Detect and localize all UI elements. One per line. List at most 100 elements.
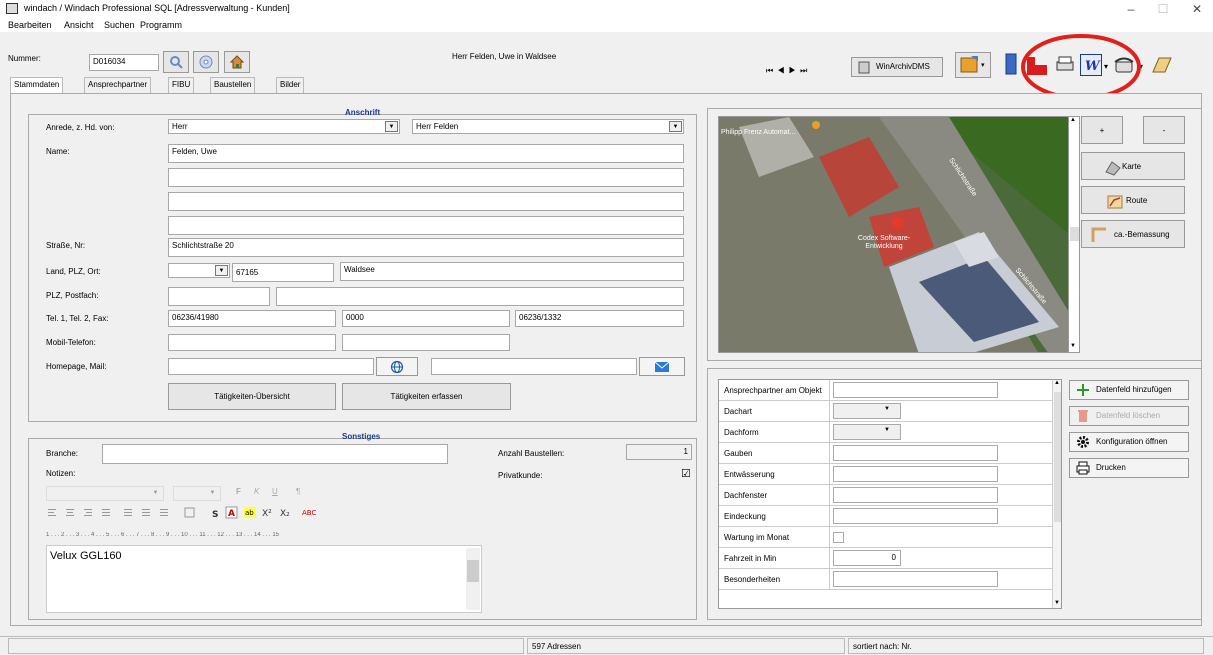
postfach-label: PLZ, Postfach: [46, 291, 99, 300]
scroll-up-icon[interactable]: ▲ [1070, 117, 1076, 123]
svg-text:A: A [228, 509, 235, 519]
tel2-input[interactable]: 0000 [342, 310, 510, 327]
land-select[interactable]: ▼ [168, 263, 230, 278]
datenfeld-delete-button[interactable]: Datenfeld löschen [1069, 406, 1189, 426]
taetigkeiten-erfassen-button[interactable]: Tätigkeiten erfassen [342, 383, 511, 410]
notizen-editor[interactable]: Velux GGL160 [46, 545, 482, 613]
search-button[interactable] [163, 51, 189, 73]
drucken-button[interactable]: Drucken [1069, 458, 1189, 478]
trash-icon [1078, 410, 1088, 422]
datenfeld-add-button[interactable]: Datenfeld hinzufügen [1069, 380, 1189, 400]
folder-button[interactable]: ▾ [955, 52, 991, 78]
menu-bearbeiten[interactable]: Bearbeiten [8, 20, 52, 30]
grid-value-gauben[interactable] [833, 445, 998, 461]
tab-stammdaten[interactable]: Stammdaten [10, 77, 64, 93]
grid-scrollbar[interactable]: ▲ ▼ [1052, 380, 1061, 608]
gear-icon [1077, 436, 1089, 448]
italic-button[interactable]: K [254, 487, 259, 496]
map-scrollbar[interactable]: ▲ ▼ [1068, 116, 1080, 353]
zhd-select[interactable]: Herr Felden ▼ [412, 119, 684, 134]
ort-input[interactable]: Waldsee [340, 262, 684, 281]
highlight-circle [1021, 34, 1141, 100]
name2-input[interactable] [168, 168, 684, 187]
menu-suchen[interactable]: Suchen [104, 20, 135, 30]
printer-icon [1076, 461, 1090, 475]
wartung-checkbox[interactable] [833, 532, 844, 543]
mobil2-input[interactable] [342, 334, 510, 351]
menu-ansicht[interactable]: Ansicht [64, 20, 94, 30]
scroll-thumb[interactable] [1054, 392, 1061, 522]
konfiguration-button[interactable]: Konfiguration öffnen [1069, 432, 1189, 452]
font-select[interactable]: ▼ [46, 486, 164, 501]
plz-input[interactable]: 67165 [232, 263, 334, 282]
open-homepage-button[interactable] [376, 357, 418, 376]
name4-input[interactable] [168, 216, 684, 235]
zoom-out-button[interactable]: - [1143, 116, 1185, 144]
close-button[interactable]: ✕ [1184, 2, 1210, 18]
nummer-input[interactable]: D016034 [89, 54, 159, 71]
minimize-button[interactable]: – [1118, 2, 1144, 18]
grid-row-besonderheiten: Besonderheiten [719, 569, 1061, 590]
grid-row-eindeckung: Eindeckung [719, 506, 1061, 527]
status-count: 597 Adressen [527, 638, 845, 654]
home-button[interactable] [224, 51, 250, 73]
winarchiv-button[interactable]: WinArchivDMS [851, 57, 943, 77]
route-button[interactable]: Route [1081, 186, 1185, 214]
grid-value-eindeckung[interactable] [833, 508, 998, 524]
door-button[interactable] [1001, 52, 1021, 78]
disc-button[interactable] [193, 51, 219, 73]
underline-button[interactable]: U [272, 487, 278, 496]
anrede-select[interactable]: Herr ▼ [168, 119, 400, 134]
grid-value-ansprechpartner[interactable] [833, 382, 998, 398]
notes-button[interactable] [1150, 54, 1174, 76]
grid-value-entwaesserung[interactable] [833, 466, 998, 482]
grid-value-fahrzeit[interactable]: 0 [833, 550, 901, 566]
bemassung-button[interactable]: ca.-Bemassung [1081, 220, 1185, 248]
tab-bilder[interactable]: Bilder [276, 77, 305, 93]
tab-fibu[interactable]: FIBU [168, 77, 195, 93]
name3-input[interactable] [168, 192, 684, 211]
tab-ansprechpartner[interactable]: Ansprechpartner [84, 77, 152, 93]
map-poi-2: Codex Software-Entwicklung [857, 235, 911, 250]
karte-button[interactable]: Karte [1081, 152, 1185, 180]
strasse-input[interactable]: Schlichtstraße 20 [168, 238, 684, 257]
privatkunde-checkbox[interactable]: ☑ [681, 467, 691, 480]
send-mail-button[interactable] [639, 357, 685, 376]
grid-value-dachform[interactable]: ▼ [833, 424, 901, 440]
grid-row-gauben: Gauben [719, 443, 1061, 464]
name-input[interactable]: Felden, Uwe [168, 144, 684, 163]
postfach-plz-input[interactable] [168, 287, 270, 306]
zoom-in-button[interactable]: + [1081, 116, 1123, 144]
taetigkeiten-uebersicht-button[interactable]: Tätigkeiten-Übersicht [168, 383, 336, 410]
fontsize-select[interactable]: ▼ [173, 486, 221, 501]
branche-input[interactable] [102, 444, 448, 464]
mail-input[interactable] [431, 358, 637, 375]
tel1-input[interactable]: 06236/41980 [168, 310, 336, 327]
grid-label: Dachart [724, 407, 753, 416]
map-view[interactable]: Philipp Frenz Automat... Schlichtstraße … [718, 116, 1071, 353]
notizen-scrollbar[interactable] [466, 548, 480, 610]
tab-baustellen[interactable]: Baustellen [210, 77, 256, 93]
bemassung-label: ca.-Bemassung [1114, 230, 1170, 239]
grid-value-dachfenster[interactable] [833, 487, 998, 503]
datenfeld-add-label: Datenfeld hinzufügen [1096, 385, 1172, 394]
fax-input[interactable]: 06236/1332 [515, 310, 684, 327]
scroll-down-icon[interactable]: ▼ [1070, 343, 1076, 349]
svg-text:ab: ab [245, 509, 254, 517]
homepage-input[interactable] [168, 358, 374, 375]
scroll-down-icon[interactable]: ▼ [1054, 600, 1060, 606]
record-navigator[interactable]: ⏮ ◀ ▶ ⏭ [766, 66, 808, 76]
maximize-button[interactable]: ☐ [1150, 2, 1176, 18]
door-icon [1005, 53, 1017, 75]
paragraph-button[interactable]: ¶ [296, 487, 300, 496]
folder-arrow-icon: ▾ [960, 56, 985, 73]
mobil-input[interactable] [168, 334, 336, 351]
scroll-thumb[interactable] [1070, 227, 1079, 241]
bold-button[interactable]: F [236, 487, 241, 496]
menu-programm[interactable]: Programm [140, 20, 182, 30]
grid-label: Ansprechpartner am Objekt [724, 386, 822, 395]
postfach-input[interactable] [276, 287, 684, 306]
grid-value-besonderheiten[interactable] [833, 571, 998, 587]
grid-value-dachart[interactable]: ▼ [833, 403, 901, 419]
scroll-up-icon[interactable]: ▲ [1054, 380, 1060, 386]
